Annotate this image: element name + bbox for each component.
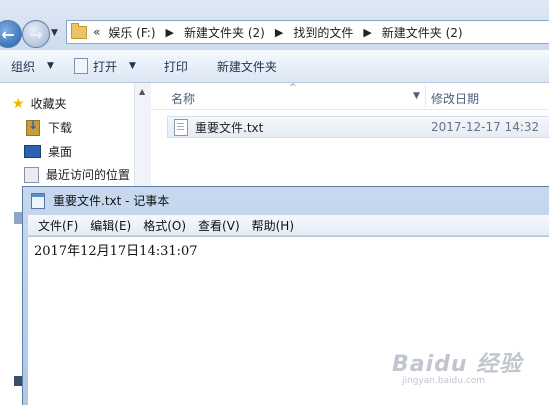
notepad-menu-bar: 文件(F) 编辑(E) 格式(O) 查看(V) 帮助(H): [28, 215, 549, 236]
breadcrumb-folder-1[interactable]: 新建文件夹 (2): [184, 24, 265, 41]
nav-item-label: 桌面: [48, 145, 73, 159]
scroll-up-icon[interactable]: ▲: [139, 87, 145, 96]
breadcrumb-overflow[interactable]: «: [93, 25, 100, 39]
breadcrumb-separator[interactable]: ▶: [166, 26, 174, 39]
forward-arrow-icon: →: [29, 24, 43, 44]
column-date-modified[interactable]: 修改日期: [431, 90, 479, 107]
column-divider[interactable]: [425, 85, 426, 107]
notepad-title: 重要文件.txt - 记事本: [53, 194, 170, 208]
breadcrumb-separator[interactable]: ▶: [275, 26, 283, 39]
address-row: ← → ▼ « 娱乐 (F:) ▶ 新建文件夹 (2) ▶ 找到的文件 ▶ 新建…: [0, 0, 549, 50]
print-button[interactable]: 打印: [164, 50, 188, 82]
breadcrumb-drive[interactable]: 娱乐 (F:): [108, 24, 155, 41]
file-date: 2017-12-17 14:32: [431, 120, 540, 134]
file-list-header: 名称 ^ ▼ 修改日期: [151, 83, 549, 110]
file-name: 重要文件.txt: [195, 120, 264, 135]
column-name[interactable]: 名称: [171, 90, 195, 107]
breadcrumb-separator[interactable]: ▶: [363, 26, 371, 39]
organize-label: 组织: [11, 59, 36, 74]
menu-edit[interactable]: 编辑(E): [90, 217, 131, 234]
organize-button[interactable]: 组织 ▼: [11, 50, 54, 82]
nav-item-label: 下载: [48, 121, 73, 135]
recent-pages-dropdown[interactable]: ▼: [51, 28, 58, 38]
print-label: 打印: [163, 59, 188, 74]
menu-view[interactable]: 查看(V): [198, 217, 240, 234]
recent-places-icon: [24, 166, 39, 183]
menu-help[interactable]: 帮助(H): [252, 217, 294, 234]
file-row[interactable]: 重要文件.txt 2017-12-17 14:32: [167, 116, 549, 138]
back-button[interactable]: ←: [0, 20, 22, 48]
nav-pane-scrollbar[interactable]: ▲: [134, 83, 151, 193]
notepad-content: 2017年12月17日14:31:07: [34, 244, 198, 259]
nav-item-downloads[interactable]: 下载: [14, 118, 73, 136]
star-icon: ★: [12, 95, 25, 112]
forward-button[interactable]: →: [22, 20, 50, 48]
new-folder-button[interactable]: 新建文件夹: [217, 50, 277, 82]
sort-ascending-icon: ^: [289, 83, 297, 93]
breadcrumb-folder-2[interactable]: 找到的文件: [293, 24, 353, 41]
open-label: 打开: [92, 59, 117, 74]
command-bar: 组织 ▼ 打开 ▼ 打印 新建文件夹: [0, 50, 549, 83]
nav-favorites-label: 收藏夹: [30, 97, 67, 111]
watermark: Baidu 经验 jingyan.baidu.com: [392, 346, 522, 386]
notepad-icon: [73, 58, 88, 74]
text-file-icon: [174, 118, 188, 136]
nav-item-recent[interactable]: 最近访问的位置: [14, 166, 130, 183]
column-filter-dropdown[interactable]: ▼: [413, 91, 420, 101]
menu-format[interactable]: 格式(O): [143, 217, 186, 234]
nav-favorites[interactable]: ★ 收藏夹: [12, 95, 67, 112]
nav-item-icon-partial: [14, 212, 22, 224]
watermark-logo: Baidu 经验: [392, 352, 523, 377]
chevron-down-icon: ▼: [128, 61, 136, 71]
chevron-down-icon: ▼: [47, 61, 54, 71]
new-folder-label: 新建文件夹: [216, 59, 277, 74]
notepad-icon: [31, 192, 45, 209]
nav-item-label: 最近访问的位置: [46, 168, 131, 182]
menu-file[interactable]: 文件(F): [38, 217, 78, 234]
desktop-icon: [24, 145, 41, 158]
breadcrumb-folder-3[interactable]: 新建文件夹 (2): [382, 24, 463, 41]
address-bar[interactable]: « 娱乐 (F:) ▶ 新建文件夹 (2) ▶ 找到的文件 ▶ 新建文件夹 (2…: [66, 20, 549, 44]
notepad-title-bar[interactable]: 重要文件.txt - 记事本: [31, 192, 169, 209]
back-arrow-icon: ←: [1, 24, 15, 44]
folder-icon: [71, 22, 87, 39]
nav-item-desktop[interactable]: 桌面: [14, 143, 72, 160]
download-folder-icon: [26, 118, 40, 136]
open-button[interactable]: 打开 ▼: [73, 50, 136, 82]
